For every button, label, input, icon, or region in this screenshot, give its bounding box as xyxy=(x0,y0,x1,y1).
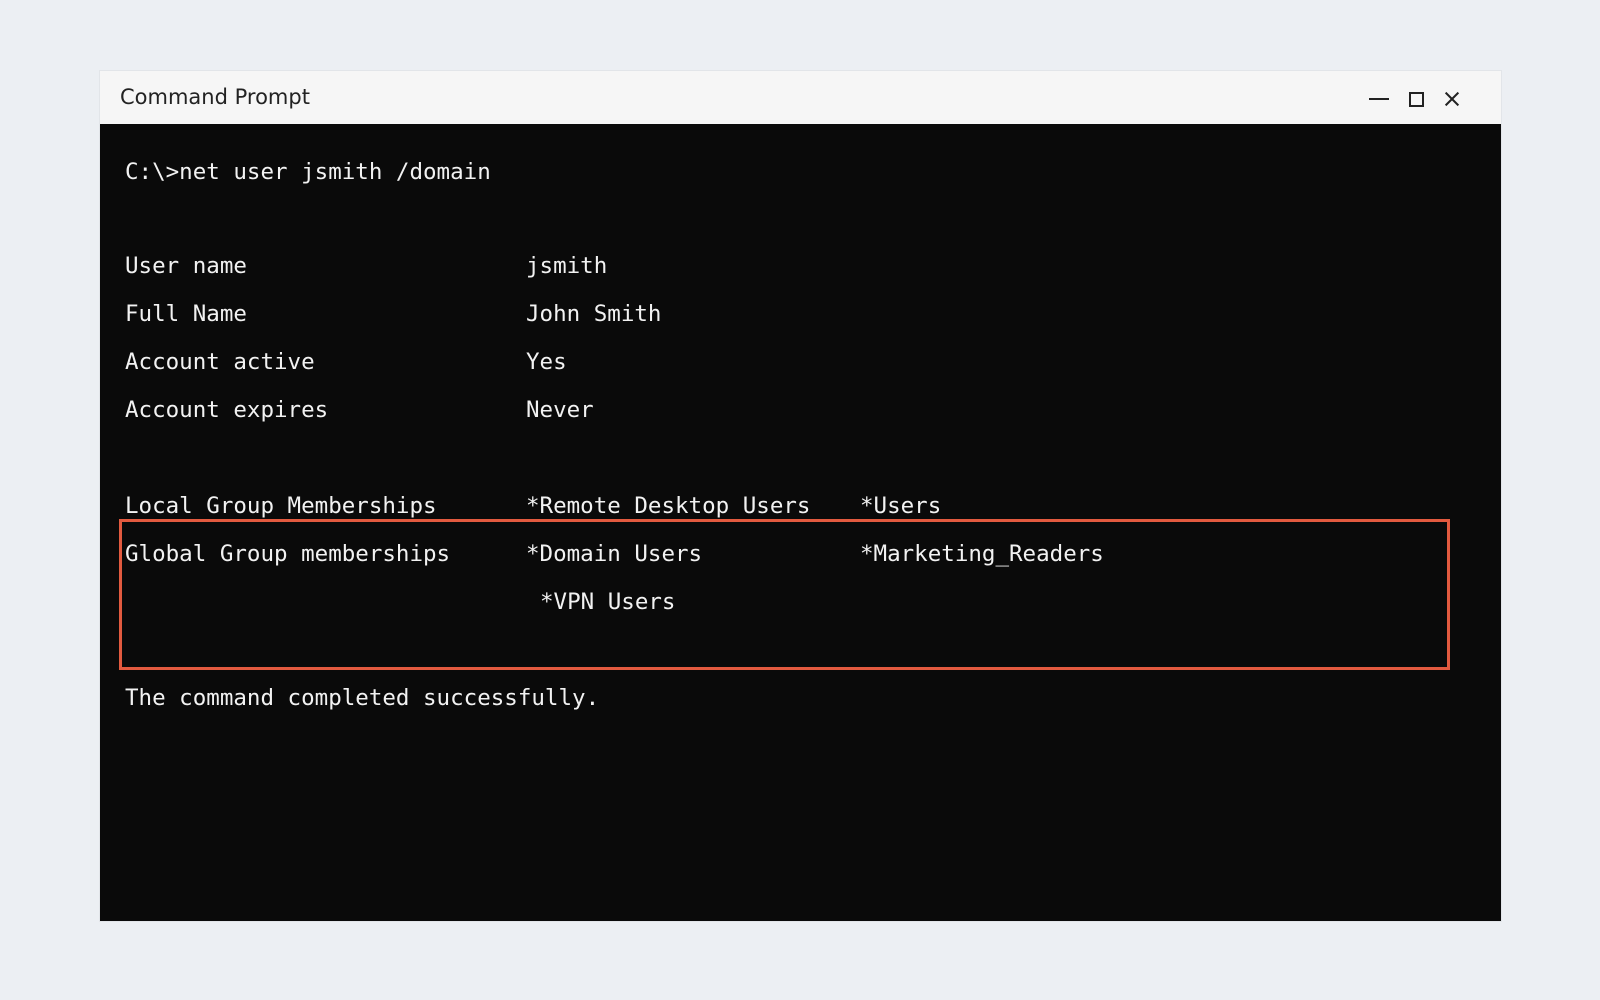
local-group-label: Local Group Memberships xyxy=(125,493,437,519)
local-group-users: *Users xyxy=(860,493,942,519)
maximize-icon xyxy=(1408,91,1424,107)
field-label-account-expires: Account expires xyxy=(125,397,329,423)
close-button[interactable] xyxy=(1435,81,1469,115)
global-group-domain-users: *Domain Users xyxy=(526,541,703,567)
global-group-label: Global Group memberships xyxy=(125,541,451,567)
field-value-full-name: John Smith xyxy=(526,301,662,327)
minimize-icon xyxy=(1369,98,1389,100)
console-output-area[interactable]: C:\>net user jsmith /domain User name js… xyxy=(100,124,1501,921)
command-prompt-window: Command Prompt C:\>net user jsmith /doma… xyxy=(100,71,1501,921)
field-label-account-active: Account active xyxy=(125,349,315,375)
command-line: C:\>net user jsmith /domain xyxy=(125,159,491,185)
title-bar[interactable]: Command Prompt xyxy=(100,71,1501,124)
minimize-button[interactable] xyxy=(1362,81,1396,115)
field-value-user-name: jsmith xyxy=(526,253,608,279)
completion-message: The command completed successfully. xyxy=(125,685,600,711)
maximize-button[interactable] xyxy=(1399,81,1433,115)
global-group-vpn-users: *VPN Users xyxy=(540,589,676,615)
global-group-marketing-readers: *Marketing_Readers xyxy=(860,541,1104,567)
field-label-user-name: User name xyxy=(125,253,247,279)
field-label-full-name: Full Name xyxy=(125,301,247,327)
field-value-account-expires: Never xyxy=(526,397,594,423)
window-title: Command Prompt xyxy=(120,85,310,109)
close-icon xyxy=(1444,91,1460,107)
local-group-remote-desktop-users: *Remote Desktop Users xyxy=(526,493,811,519)
field-value-account-active: Yes xyxy=(526,349,567,375)
